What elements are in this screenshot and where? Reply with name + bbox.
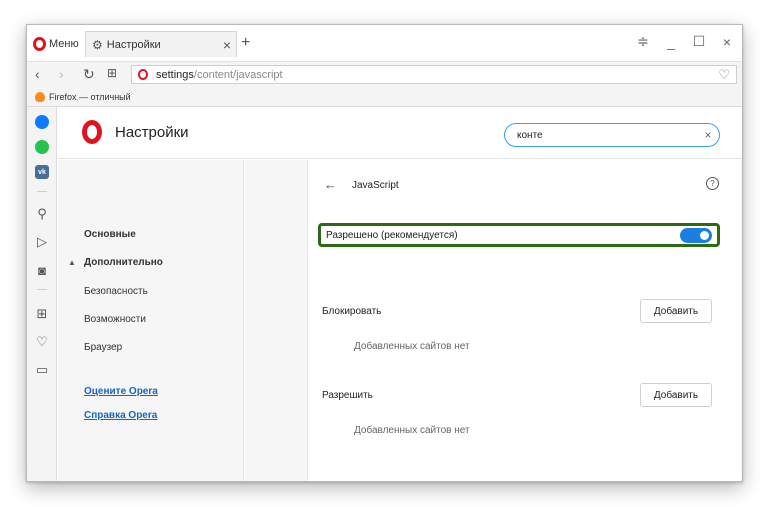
forward-icon[interactable]: › bbox=[59, 66, 64, 82]
search-value: конте bbox=[517, 129, 543, 141]
toggle-knob bbox=[700, 230, 709, 240]
tab-settings[interactable]: ⚙ Настройки × bbox=[85, 31, 237, 57]
firefox-icon bbox=[35, 91, 45, 102]
nav-item-advanced[interactable]: Дополнительно bbox=[84, 257, 163, 268]
javascript-panel: ← JavaScript ? Разрешено (рекомендуется)… bbox=[307, 160, 741, 481]
close-window-button[interactable]: × bbox=[720, 34, 734, 50]
heart-icon[interactable]: ♡ bbox=[718, 67, 730, 83]
help-icon[interactable]: ? bbox=[706, 177, 719, 190]
settings-content: ← JavaScript ? Разрешено (рекомендуется)… bbox=[245, 160, 742, 481]
allowed-label: Разрешено (рекомендуется) bbox=[326, 229, 458, 241]
allow-section-title: Разрешить bbox=[322, 390, 373, 401]
panel-icon[interactable]: ▭ bbox=[35, 362, 49, 377]
close-tab-icon[interactable]: × bbox=[218, 37, 236, 53]
back-icon[interactable]: ‹ bbox=[35, 66, 40, 82]
menu-label: Меню bbox=[49, 38, 79, 50]
sidebar-divider bbox=[37, 289, 47, 290]
camera-icon[interactable]: ◙ bbox=[35, 263, 49, 278]
caret-up-icon: ▲ bbox=[68, 258, 76, 267]
maximize-button[interactable]: ☐ bbox=[692, 33, 706, 50]
nav-item-security[interactable]: Безопасность bbox=[84, 286, 148, 297]
vk-icon[interactable]: vk bbox=[35, 165, 49, 179]
opera-sidebar: vk ⚲ ▷ ◙ ⊞ ♡ ▭ bbox=[27, 107, 57, 481]
opera-logo-icon bbox=[82, 120, 102, 144]
sidebar-divider bbox=[37, 191, 47, 192]
browser-window: Меню ⚙ Настройки × + ≑ _ ☐ × ‹ › ↻ ⊞ set… bbox=[26, 24, 743, 482]
opera-url-icon bbox=[138, 69, 148, 80]
send-icon[interactable]: ▷ bbox=[35, 234, 49, 249]
search-icon[interactable]: ⚲ bbox=[35, 206, 49, 221]
block-section-title: Блокировать bbox=[322, 306, 382, 317]
opera-logo-icon bbox=[33, 37, 46, 51]
rate-opera-link[interactable]: Оцените Opera bbox=[84, 386, 158, 397]
minimize-button[interactable]: _ bbox=[664, 34, 678, 50]
heart-icon[interactable]: ♡ bbox=[35, 334, 49, 349]
back-arrow-icon[interactable]: ← bbox=[324, 177, 337, 192]
nav-item-basic[interactable]: Основные bbox=[84, 229, 136, 240]
opera-help-link[interactable]: Справка Opera bbox=[84, 410, 157, 421]
tab-menu-icon[interactable]: ≑ bbox=[636, 33, 650, 50]
clear-search-icon[interactable]: × bbox=[697, 128, 719, 142]
block-empty-text: Добавленных сайтов нет bbox=[354, 341, 470, 352]
settings-header: Настройки конте × bbox=[58, 107, 742, 159]
speed-dial-icon[interactable]: ⊞ bbox=[107, 66, 117, 80]
tab-bar: Меню ⚙ Настройки × + ≑ _ ☐ × bbox=[27, 25, 742, 61]
add-block-button[interactable]: Добавить bbox=[640, 299, 712, 323]
messenger-icon[interactable] bbox=[35, 115, 49, 129]
allowed-toggle[interactable] bbox=[680, 227, 712, 243]
section-heading: JavaScript bbox=[352, 180, 399, 191]
add-allow-button[interactable]: Добавить bbox=[640, 383, 712, 407]
nav-item-features[interactable]: Возможности bbox=[84, 314, 146, 325]
page-title: Настройки bbox=[115, 124, 189, 141]
allowed-setting-row[interactable]: Разрешено (рекомендуется) bbox=[318, 223, 720, 247]
settings-search-input[interactable]: конте × bbox=[504, 123, 720, 147]
opera-menu-button[interactable]: Меню bbox=[33, 35, 79, 53]
bookmarks-bar: Firefox — отличный bbox=[27, 87, 742, 107]
gear-icon: ⚙ bbox=[92, 37, 103, 52]
settings-nav: Основные ▲ Дополнительно Безопасность Во… bbox=[58, 160, 244, 481]
apps-icon[interactable]: ⊞ bbox=[35, 306, 49, 321]
reload-icon[interactable]: ↻ bbox=[83, 66, 95, 83]
whatsapp-icon[interactable] bbox=[35, 140, 49, 154]
window-controls: ≑ _ ☐ × bbox=[636, 33, 734, 50]
url-field[interactable]: settings /content/javascript ♡ bbox=[131, 65, 737, 84]
bookmark-item[interactable]: Firefox — отличный bbox=[49, 92, 131, 102]
address-bar: ‹ › ↻ ⊞ settings /content/javascript ♡ bbox=[27, 61, 742, 87]
new-tab-button[interactable]: + bbox=[241, 34, 250, 52]
url-path: /content/javascript bbox=[193, 68, 283, 81]
allow-empty-text: Добавленных сайтов нет bbox=[354, 425, 470, 436]
url-main: settings bbox=[156, 68, 194, 81]
nav-item-browser[interactable]: Браузер bbox=[84, 342, 122, 353]
tab-title: Настройки bbox=[106, 38, 161, 51]
